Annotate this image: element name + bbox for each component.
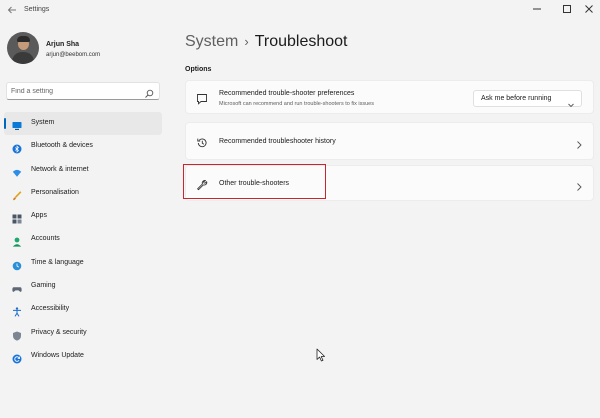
sidebar-item-label: Personalisation [31, 188, 79, 196]
app-title: Settings [24, 6, 50, 13]
sidebar-item-personalisation[interactable]: Personalisation [4, 182, 162, 205]
sidebar-item-label: Accounts [31, 235, 60, 243]
sidebar-item-gaming[interactable]: Gaming [4, 275, 162, 298]
avatar[interactable] [7, 32, 39, 64]
monitor-icon [12, 118, 22, 130]
apps-icon [12, 211, 22, 224]
user-email: arjun@beebom.com [46, 52, 101, 58]
history-title: Recommended troubleshooter history [219, 138, 336, 145]
sidebar-item-label: System [31, 119, 55, 126]
chat-bubble-icon [196, 92, 208, 105]
gamepad-icon [12, 281, 22, 292]
search-icon[interactable] [144, 86, 154, 98]
user-name: Arjun Sha [46, 41, 80, 48]
sidebar-item-label: Time & language [31, 258, 84, 266]
highlight-box [183, 164, 326, 199]
search-input[interactable] [11, 85, 139, 97]
sidebar-item-apps[interactable]: Apps [4, 205, 162, 228]
sidebar-item-label: Gaming [31, 282, 56, 290]
title-bar: Settings [0, 0, 600, 24]
troubleshooter-preferences-card: Recommended trouble-shooter preferences … [185, 80, 594, 114]
sidebar-item-bluetooth[interactable]: Bluetooth & devices [4, 135, 162, 158]
breadcrumb-parent[interactable]: System [185, 33, 238, 50]
sidebar-item-label: Bluetooth & devices [31, 142, 93, 150]
back-arrow-icon[interactable] [6, 5, 18, 19]
sidebar-item-label: Apps [31, 212, 47, 220]
preferences-description: Microsoft can recommend and run trouble-… [219, 101, 374, 107]
chevron-right-icon [575, 179, 583, 191]
page-title: Troubleshoot [254, 33, 348, 50]
sidebar-item-label: Privacy & security [31, 328, 87, 336]
preferences-dropdown[interactable]: Ask me before running [473, 90, 582, 108]
sidebar-item-label: Accessibility [31, 305, 70, 313]
search-box[interactable] [6, 82, 160, 100]
sidebar-nav: System Bluetooth & devices Network & int… [4, 112, 162, 368]
settings-window: Settings Arjun Sha arjun@beebom.com Syst… [0, 0, 600, 418]
sidebar-item-label: Network & internet [31, 165, 89, 173]
mouse-cursor-icon [316, 348, 326, 362]
chevron-right-icon [575, 137, 583, 149]
sidebar-item-accessibility[interactable]: Accessibility [4, 298, 162, 321]
section-heading: Options [185, 66, 212, 73]
wifi-icon [12, 165, 22, 177]
sidebar-item-accounts[interactable]: Accounts [4, 228, 162, 251]
dropdown-selected-value: Ask me before running [481, 95, 552, 102]
accessibility-icon [12, 304, 22, 318]
globe-clock-icon [12, 258, 22, 271]
preferences-title: Recommended trouble-shooter preferences [219, 90, 355, 97]
chevron-down-icon [567, 96, 575, 108]
bluetooth-icon [12, 141, 22, 154]
sidebar-item-system[interactable]: System [4, 112, 162, 136]
sidebar-item-label: Windows Update [31, 351, 84, 359]
person-icon [12, 234, 22, 248]
shield-icon [12, 328, 22, 341]
troubleshooter-history-card[interactable]: Recommended troubleshooter history [185, 122, 594, 160]
minimize-button[interactable] [522, 2, 552, 20]
sidebar-item-time-language[interactable]: Time & language [4, 252, 162, 275]
sidebar-item-windows-update[interactable]: Windows Update [4, 345, 162, 368]
breadcrumb-separator: › [244, 34, 249, 49]
history-icon [196, 136, 208, 148]
sidebar-item-network[interactable]: Network & internet [4, 159, 162, 182]
breadcrumb: System › Troubleshoot [185, 33, 347, 51]
update-icon [12, 351, 22, 364]
sidebar-item-privacy[interactable]: Privacy & security [4, 322, 162, 345]
brush-icon [12, 188, 22, 201]
close-button[interactable] [578, 2, 600, 20]
